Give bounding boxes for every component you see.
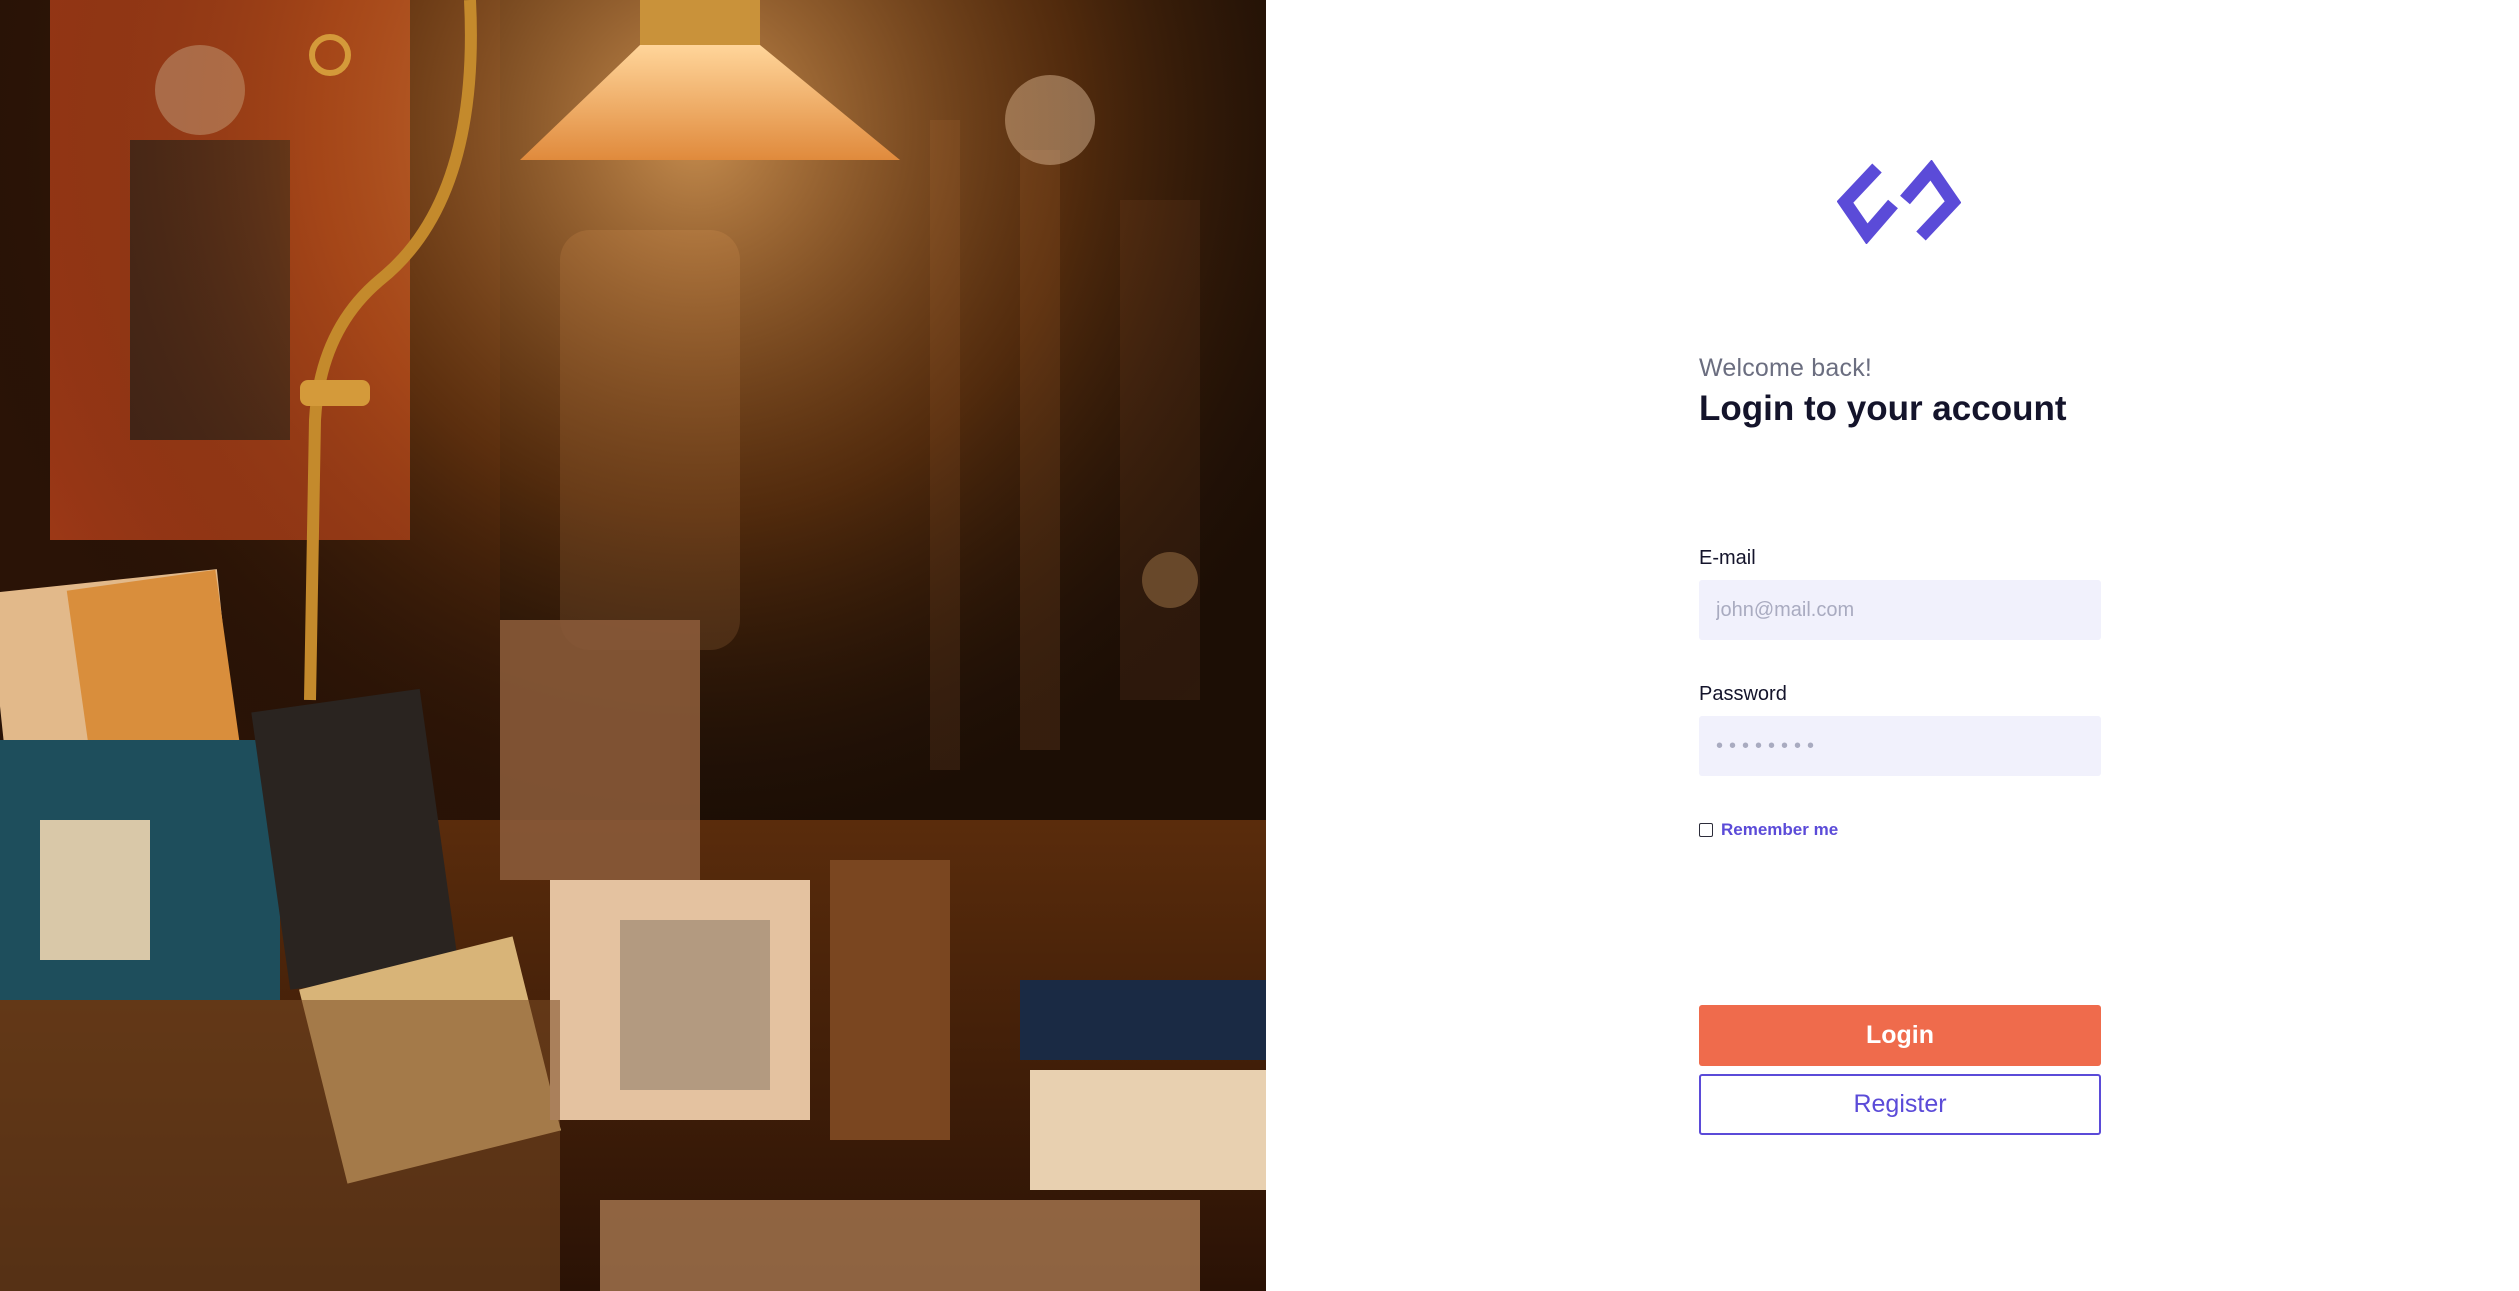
bookshop-illustration: [0, 0, 1266, 1291]
register-button[interactable]: Register: [1699, 1074, 2101, 1135]
hero-photo: [0, 0, 1266, 1291]
remember-me-checkbox[interactable]: [1699, 823, 1713, 837]
remember-me-label[interactable]: Remember me: [1721, 820, 1838, 840]
remember-me[interactable]: Remember me: [1699, 820, 1838, 840]
login-button[interactable]: Login: [1699, 1005, 2101, 1066]
email-label: E-mail: [1699, 547, 1756, 569]
login-page: Welcome back! Login to your account E-ma…: [0, 0, 2519, 1291]
infinity-link-icon: [1837, 160, 1961, 244]
email-field[interactable]: [1699, 580, 2101, 640]
login-panel: Welcome back! Login to your account E-ma…: [1266, 0, 2519, 1291]
password-field[interactable]: [1699, 716, 2101, 776]
welcome-text: Welcome back!: [1699, 354, 1873, 382]
page-title: Login to your account: [1699, 389, 2067, 428]
password-label: Password: [1699, 683, 1787, 705]
